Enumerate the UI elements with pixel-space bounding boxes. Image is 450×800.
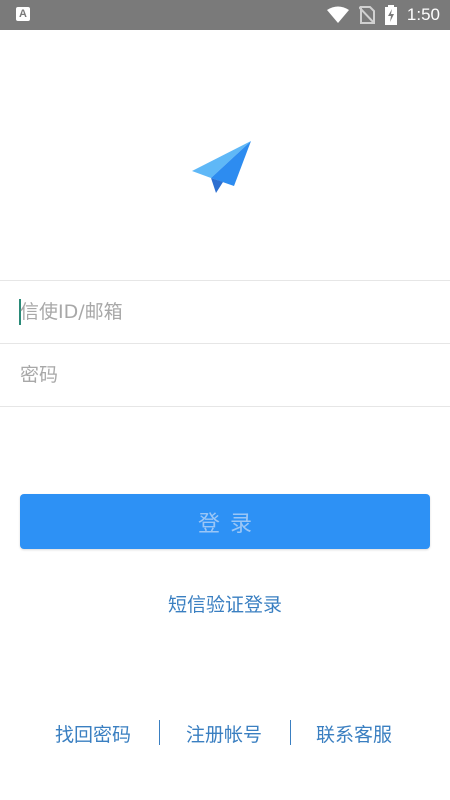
app-logo	[190, 140, 252, 194]
app-notification-icon: A	[16, 7, 30, 21]
paper-plane-icon	[192, 141, 251, 193]
clock: 1:50	[406, 5, 440, 24]
login-button[interactable]: 登录	[20, 494, 430, 549]
password-field[interactable]	[0, 344, 450, 407]
footer-divider	[290, 720, 291, 745]
wifi-icon	[326, 6, 349, 23]
status-bar: A 1:50	[0, 0, 450, 30]
id-email-field[interactable]	[0, 281, 450, 344]
no-sim-icon	[358, 6, 375, 24]
status-icons: 1:50	[326, 5, 440, 25]
battery-charging-icon	[384, 5, 397, 25]
register-link[interactable]: 注册帐号	[186, 720, 262, 747]
find-password-link[interactable]: 找回密码	[55, 720, 131, 747]
footer-divider	[159, 720, 160, 745]
password-input[interactable]	[20, 344, 430, 406]
footer-links: 找回密码 注册帐号 联系客服	[0, 716, 450, 750]
sms-login-link[interactable]: 短信验证登录	[0, 590, 450, 617]
contact-service-link[interactable]: 联系客服	[316, 720, 392, 747]
id-email-input[interactable]	[20, 281, 430, 343]
